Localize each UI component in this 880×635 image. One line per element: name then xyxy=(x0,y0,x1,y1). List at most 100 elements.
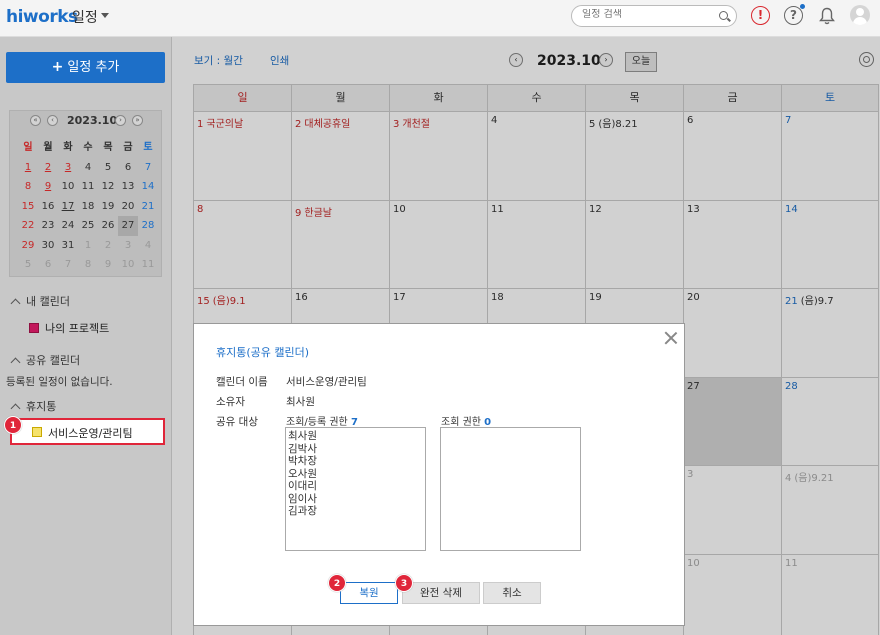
mini-calendar-day[interactable]: 31 xyxy=(58,236,78,256)
member-option[interactable]: 김박사 xyxy=(288,443,423,456)
prev-month-icon[interactable]: ‹ xyxy=(47,115,58,126)
mini-calendar-day[interactable]: 26 xyxy=(98,216,118,236)
step-marker-2: 2 xyxy=(328,574,346,592)
cancel-button[interactable]: 취소 xyxy=(483,582,541,604)
trash-title: 휴지통 xyxy=(26,400,57,413)
next-month-icon[interactable]: › xyxy=(115,115,126,126)
my-calendar-title: 내 캘린더 xyxy=(26,295,70,308)
view-permission-listbox[interactable] xyxy=(440,427,581,551)
mini-calendar-day[interactable]: 1 xyxy=(78,236,98,256)
mini-calendar-day[interactable]: 14 xyxy=(138,177,158,197)
mini-calendar-day[interactable]: 3 xyxy=(58,158,78,178)
mini-calendar-day[interactable]: 20 xyxy=(118,197,138,217)
shared-calendar-section[interactable]: 공유 캘린더 xyxy=(10,352,81,368)
chevron-down-icon[interactable] xyxy=(101,13,109,18)
mini-calendar-day[interactable]: 9 xyxy=(98,255,118,275)
mini-calendar-day[interactable]: 27 xyxy=(118,216,138,236)
mini-calendar-day[interactable]: 2 xyxy=(98,236,118,256)
mini-calendar-week: 8 9 10 11 12 13 14 xyxy=(18,177,158,197)
mini-calendar-day[interactable]: 24 xyxy=(58,216,78,236)
mini-calendar-day[interactable]: 10 xyxy=(58,177,78,197)
search-icon[interactable] xyxy=(719,11,728,20)
notification-dot xyxy=(800,4,805,9)
delete-permanently-button[interactable]: 완전 삭제 xyxy=(402,582,480,604)
search-box[interactable] xyxy=(571,5,737,27)
mini-calendar-day[interactable]: 11 xyxy=(78,177,98,197)
mini-calendar-weekday: 목 xyxy=(103,142,113,153)
mini-calendar-day[interactable]: 19 xyxy=(98,197,118,217)
chevron-up-icon xyxy=(10,357,21,368)
owner-label: 소유자 xyxy=(216,396,245,408)
close-icon[interactable] xyxy=(664,330,678,344)
member-option[interactable]: 김과장 xyxy=(288,505,423,518)
logo[interactable]: hiworks xyxy=(6,7,78,27)
edit-permission-listbox[interactable]: 최사원 김박사 박차장 오사원 이대리 임이사 김과장 xyxy=(285,427,426,551)
mini-calendar-day[interactable]: 30 xyxy=(38,236,58,256)
dialog-title: 휴지통(공유 캘린더) xyxy=(216,346,310,359)
mini-calendar-day[interactable]: 17 xyxy=(58,197,78,217)
bell-icon[interactable] xyxy=(819,7,835,25)
mini-calendar-day[interactable]: 22 xyxy=(18,216,38,236)
shared-calendar-title: 공유 캘린더 xyxy=(26,354,81,367)
mini-calendar-day[interactable]: 13 xyxy=(118,177,138,197)
mini-calendar-day[interactable]: 21 xyxy=(138,197,158,217)
mini-calendar-day[interactable]: 2 xyxy=(38,158,58,178)
add-event-label: 일정 추가 xyxy=(67,60,120,75)
mini-calendar-weekdays: 일월화수목금토 xyxy=(18,138,158,158)
next-year-icon[interactable]: » xyxy=(132,115,143,126)
member-option[interactable]: 이대리 xyxy=(288,480,423,493)
trash-item-service-team[interactable]: 서비스운영/관리팀 xyxy=(10,418,165,445)
color-swatch xyxy=(32,427,42,437)
mini-calendar-weekday: 일 xyxy=(23,142,33,153)
mini-calendar-day[interactable]: 4 xyxy=(78,158,98,178)
mini-calendar-weekday: 토 xyxy=(143,142,153,153)
app-menu[interactable]: 일정 xyxy=(72,7,98,27)
trash-item-label: 서비스운영/관리팀 xyxy=(48,427,133,440)
mini-calendar-weekday: 금 xyxy=(123,142,133,153)
add-event-button[interactable]: + 일정 추가 xyxy=(6,52,165,83)
mini-calendar-day[interactable]: 16 xyxy=(38,197,58,217)
calendar-name-label: 캘린더 이름 xyxy=(216,376,268,388)
member-option[interactable]: 박차장 xyxy=(288,455,423,468)
member-option[interactable]: 임이사 xyxy=(288,493,423,506)
mini-calendar-day[interactable]: 25 xyxy=(78,216,98,236)
mini-calendar-day[interactable]: 23 xyxy=(38,216,58,236)
help-icon[interactable]: ? xyxy=(784,6,803,25)
top-bar: hiworks 일정 ! ? xyxy=(0,0,880,37)
mini-calendar-day[interactable]: 7 xyxy=(58,255,78,275)
chevron-up-icon xyxy=(10,298,21,309)
chevron-up-icon xyxy=(10,403,21,414)
search-input[interactable] xyxy=(582,9,717,20)
mini-calendar-day[interactable]: 9 xyxy=(38,177,58,197)
mini-calendar-day[interactable]: 1 xyxy=(18,158,38,178)
member-option[interactable]: 최사원 xyxy=(288,430,423,443)
mini-calendar-day[interactable]: 15 xyxy=(18,197,38,217)
member-option[interactable]: 오사원 xyxy=(288,468,423,481)
mini-calendar-day[interactable]: 8 xyxy=(78,255,98,275)
mini-calendar-day[interactable]: 5 xyxy=(18,255,38,275)
mini-calendar-day[interactable]: 3 xyxy=(118,236,138,256)
mini-calendar-day[interactable]: 11 xyxy=(138,255,158,275)
mini-calendar-day[interactable]: 6 xyxy=(38,255,58,275)
mini-calendar-day[interactable]: 7 xyxy=(138,158,158,178)
sidebar: + 일정 추가 « ‹ 2023.10 › » 일월화수목금토1234567891… xyxy=(0,37,172,635)
mini-calendar-day[interactable]: 10 xyxy=(118,255,138,275)
plus-icon: + xyxy=(51,59,64,75)
mini-calendar-day[interactable]: 5 xyxy=(98,158,118,178)
restore-button[interactable]: 복원 xyxy=(340,582,398,604)
mini-calendar-day[interactable]: 18 xyxy=(78,197,98,217)
mini-calendar-day[interactable]: 28 xyxy=(138,216,158,236)
mini-calendar-day[interactable]: 8 xyxy=(18,177,38,197)
trash-section[interactable]: 휴지통 xyxy=(10,398,57,414)
prev-year-icon[interactable]: « xyxy=(30,115,41,126)
mini-calendar-day[interactable]: 4 xyxy=(138,236,158,256)
mini-calendar-grid: 일 월 화 수 목 금 토 1 2 3 4 5 6 7 8 9 10 11 12 13 14 15 16 17 18 19 20 21… xyxy=(18,138,158,275)
mini-calendar-day[interactable]: 12 xyxy=(98,177,118,197)
avatar[interactable] xyxy=(850,5,870,25)
mini-calendar-day[interactable]: 6 xyxy=(118,158,138,178)
calendar-name-value: 서비스운영/관리팀 xyxy=(286,376,367,388)
my-calendar-section[interactable]: 내 캘린더 xyxy=(10,293,70,309)
mini-calendar-day[interactable]: 29 xyxy=(18,236,38,256)
calendar-item-my-project[interactable]: 나의 프로젝트 xyxy=(29,320,109,336)
alert-icon[interactable]: ! xyxy=(751,6,770,25)
